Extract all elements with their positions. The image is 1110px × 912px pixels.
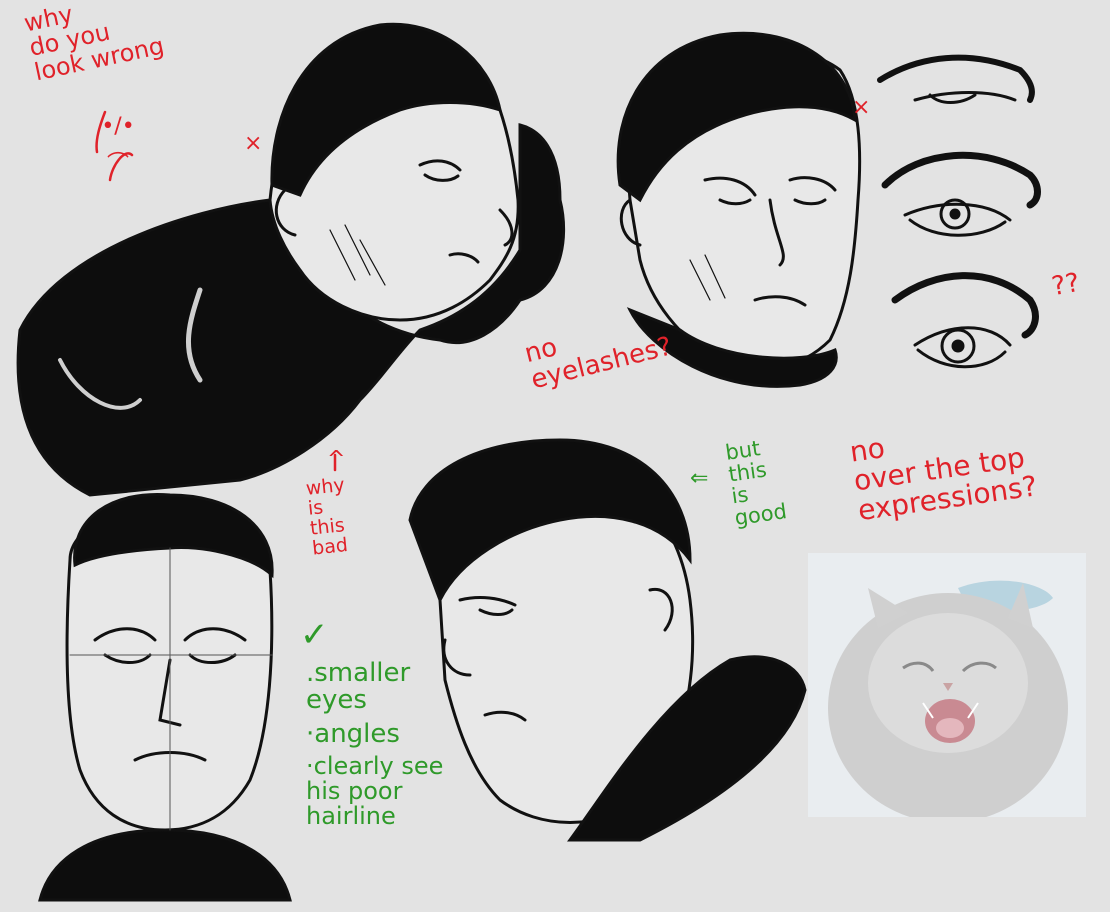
sketch-head-top-left: [16, 22, 566, 497]
x-mark-right: ×: [852, 95, 871, 120]
x-mark-left: ×: [244, 131, 263, 156]
checklist: .smaller eyes ·angles ·clearly see his p…: [306, 658, 506, 831]
checklist-item: ·angles: [306, 718, 400, 749]
checklist-item: ·clearly see his poor hairline: [306, 751, 444, 831]
sketch-eye-studies: [877, 54, 1041, 369]
sketch-head-bottom-left: [38, 492, 292, 902]
cat-yawning-photo: [808, 553, 1086, 817]
arrow-left-mark: ⇐: [690, 466, 709, 491]
frown-face-doodle: •/• ︵: [101, 114, 135, 163]
cat-icon: [808, 553, 1086, 817]
arrow-up-mark: ^: [327, 447, 346, 472]
note-but-this-is-good: but this is good: [723, 436, 789, 531]
checklist-item: .smaller eyes: [306, 658, 411, 716]
note-why-is-this-bad: why is this bad: [304, 473, 349, 560]
checkmark: ✓: [300, 615, 329, 655]
note-question-marks: ??: [1049, 267, 1082, 303]
